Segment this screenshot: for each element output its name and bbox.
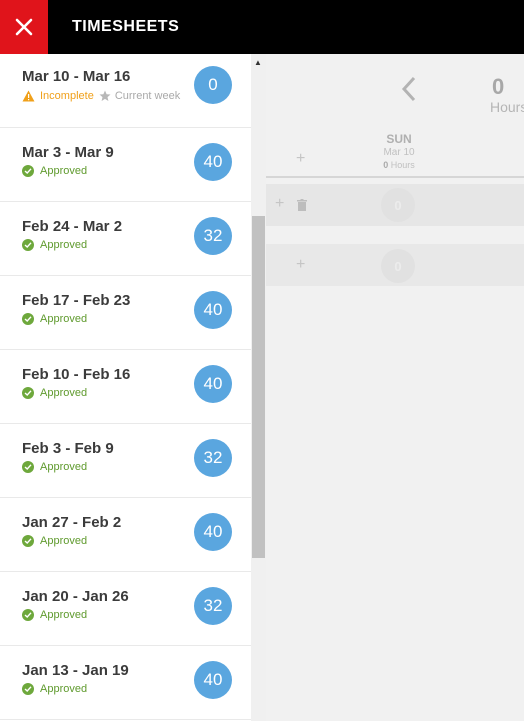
- week-list: Mar 10 - Mar 16 Incomplete Current week …: [0, 54, 251, 721]
- week-hours-badge: 40: [194, 143, 232, 181]
- status-label: Approved: [40, 461, 88, 473]
- status-label: Approved: [40, 239, 88, 251]
- week-range: Feb 10 - Feb 16: [22, 366, 131, 383]
- week-item[interactable]: Mar 3 - Mar 9 Approved 40: [0, 128, 251, 202]
- warning-icon: [22, 90, 35, 102]
- top-bar: TIMESHEETS: [0, 0, 524, 54]
- delete-row-button[interactable]: [297, 198, 307, 216]
- week-hours-badge: 40: [194, 661, 232, 699]
- star-icon: [99, 90, 111, 101]
- status-label: Incomplete: [40, 90, 94, 102]
- close-icon: [15, 18, 33, 36]
- week-range: Mar 10 - Mar 16: [22, 68, 131, 85]
- scroll-up-icon[interactable]: ▲: [254, 58, 262, 67]
- week-hours-badge: 40: [194, 513, 232, 551]
- week-status: Approved: [22, 609, 87, 621]
- check-circle-icon: [22, 313, 34, 325]
- week-hours-badge: 32: [194, 217, 232, 255]
- entry-hours-circle[interactable]: 0: [381, 188, 415, 222]
- week-hours-badge: 0: [194, 66, 232, 104]
- current-week-text: Current week: [114, 90, 181, 102]
- timesheet-main-pane: 0 Hours + SUN Mar 10 0 Hours + 0 + 0: [266, 54, 524, 721]
- week-status: Approved: [22, 683, 87, 695]
- check-circle-icon: [22, 683, 34, 695]
- check-circle-icon: [22, 239, 34, 251]
- week-item[interactable]: Feb 17 - Feb 23 Approved 40: [0, 276, 251, 350]
- week-range: Mar 3 - Mar 9: [22, 144, 114, 161]
- status-label: Approved: [40, 313, 88, 325]
- close-button[interactable]: [0, 0, 48, 54]
- day-column-sunday: SUN Mar 10 0 Hours: [366, 132, 432, 170]
- week-range: Jan 20 - Jan 26: [22, 588, 129, 605]
- week-range: Jan 13 - Jan 19: [22, 662, 129, 679]
- week-item[interactable]: Feb 10 - Feb 16 Approved 40: [0, 350, 251, 424]
- week-range: Jan 27 - Feb 2: [22, 514, 122, 531]
- previous-week-button[interactable]: [401, 76, 417, 107]
- trash-icon: [297, 199, 307, 211]
- chevron-left-icon: [401, 76, 416, 102]
- week-item[interactable]: Jan 20 - Jan 26 Approved 32: [0, 572, 251, 646]
- week-hours-badge: 32: [194, 439, 232, 477]
- week-status: Approved: [22, 387, 87, 399]
- week-range: Feb 3 - Feb 9: [22, 440, 114, 457]
- check-circle-icon: [22, 165, 34, 177]
- week-status: Approved: [22, 461, 87, 473]
- week-hours-badge: 32: [194, 587, 232, 625]
- week-hours-badge: 40: [194, 291, 232, 329]
- status-label: Approved: [40, 609, 88, 621]
- week-status: Approved: [22, 313, 87, 325]
- scrollbar-thumb[interactable]: [252, 216, 265, 558]
- week-range: Feb 17 - Feb 23: [22, 292, 131, 309]
- day-name: SUN: [386, 132, 412, 146]
- scrollbar[interactable]: ▲: [251, 54, 266, 721]
- status-label: Approved: [40, 683, 88, 695]
- status-label: Approved: [40, 535, 88, 547]
- week-range: Feb 24 - Mar 2: [22, 218, 123, 235]
- day-hours-unit: Hours: [390, 160, 415, 170]
- week-item[interactable]: Feb 3 - Feb 9 Approved 32: [0, 424, 251, 498]
- week-status: Approved: [22, 165, 87, 177]
- total-hours-value: 0: [492, 74, 505, 99]
- add-row-button[interactable]: +: [275, 195, 284, 213]
- current-week-label: Current week: [99, 90, 180, 102]
- week-hours-badge: 40: [194, 365, 232, 403]
- status-label: Approved: [40, 387, 88, 399]
- total-hours-circle: 0: [381, 249, 415, 283]
- check-circle-icon: [22, 535, 34, 547]
- check-circle-icon: [22, 387, 34, 399]
- header-divider: [266, 176, 524, 178]
- week-item[interactable]: Feb 24 - Mar 2 Approved 32: [0, 202, 251, 276]
- week-status: Approved: [22, 239, 87, 251]
- total-hours-label: Hours: [490, 99, 524, 115]
- add-row-button-2[interactable]: +: [296, 256, 305, 274]
- status-label: Approved: [40, 165, 88, 177]
- check-circle-icon: [22, 461, 34, 473]
- week-status: Approved: [22, 535, 87, 547]
- check-circle-icon: [22, 609, 34, 621]
- day-hours-value: 0: [383, 160, 389, 170]
- week-item[interactable]: Mar 10 - Mar 16 Incomplete Current week …: [0, 54, 251, 128]
- page-title: TIMESHEETS: [72, 18, 180, 35]
- add-entry-button[interactable]: +: [296, 150, 305, 168]
- week-item[interactable]: Jan 13 - Jan 19 Approved 40: [0, 646, 251, 720]
- week-item[interactable]: Jan 27 - Feb 2 Approved 40: [0, 498, 251, 572]
- day-date: Mar 10: [383, 147, 415, 158]
- day-hours: 0 Hours: [366, 160, 432, 170]
- week-status: Incomplete Current week: [22, 90, 180, 102]
